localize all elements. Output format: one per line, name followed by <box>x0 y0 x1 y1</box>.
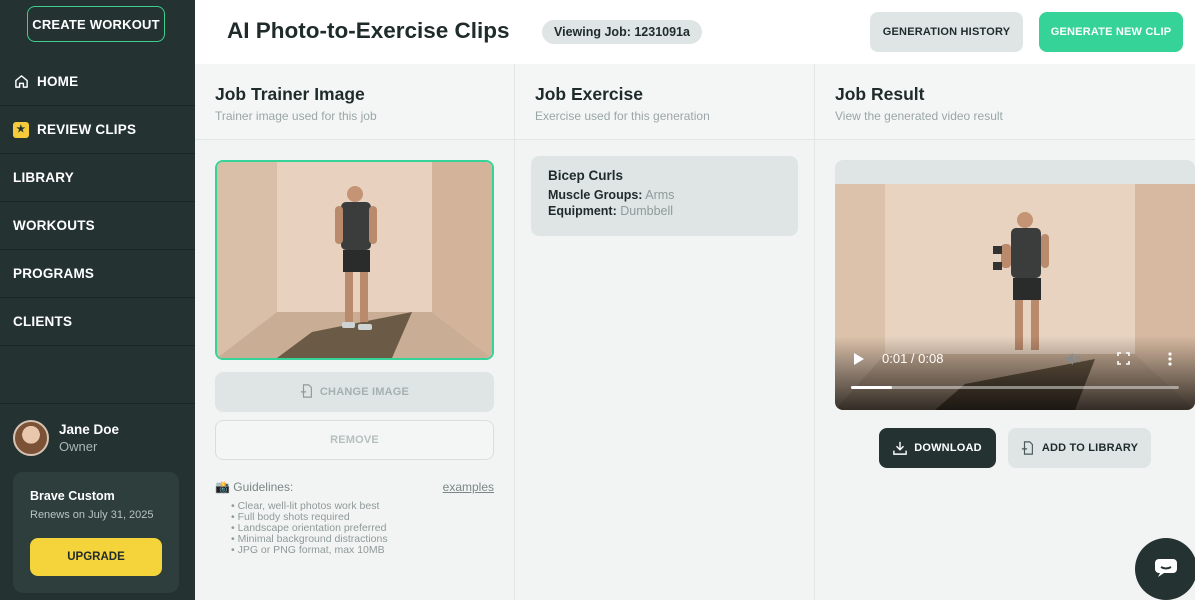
remove-image-button[interactable]: REMOVE <box>215 420 494 460</box>
result-panel: Job Result View the generated video resu… <box>815 64 1195 600</box>
list-item: • JPG or PNG format, max 10MB <box>231 544 385 556</box>
avatar <box>13 420 49 456</box>
video-progress-fill <box>851 386 892 389</box>
examples-link[interactable]: examples <box>443 480 494 494</box>
trainer-image <box>215 160 494 360</box>
equipment-label: Equipment: <box>548 204 617 218</box>
sidebar-item-label: PROGRAMS <box>13 266 95 281</box>
sidebar-item-programs[interactable]: PROGRAMS <box>0 250 195 298</box>
exercise-card: Bicep Curls Muscle Groups: Arms Equipmen… <box>531 156 798 236</box>
sidebar-item-workouts[interactable]: WORKOUTS <box>0 202 195 250</box>
video-time: 0:01 / 0:08 <box>882 351 944 366</box>
create-workout-button[interactable]: CREATE WORKOUT <box>27 6 165 42</box>
panel-title: Job Trainer Image <box>215 84 365 104</box>
sidebar-item-home[interactable]: HOME <box>0 58 195 106</box>
generate-new-clip-button[interactable]: GENERATE NEW CLIP <box>1039 12 1183 52</box>
equipment-value: Dumbbell <box>620 204 674 218</box>
equipment: Equipment: Dumbbell <box>548 204 781 218</box>
fullscreen-icon[interactable] <box>1117 352 1130 370</box>
chat-icon <box>1154 557 1178 582</box>
video-player[interactable]: 0:01 / 0:08 <box>835 160 1195 410</box>
sidebar-item-review-clips[interactable]: ★ REVIEW CLIPS <box>0 106 195 154</box>
muscle-groups-value: Arms <box>645 188 675 202</box>
plan-card: Brave Custom Renews on July 31, 2025 UPG… <box>13 472 179 593</box>
sidebar-item-clients[interactable]: CLIENTS <box>0 298 195 346</box>
video-progress-bar[interactable] <box>851 386 1179 389</box>
sidebar-item-label: LIBRARY <box>13 170 74 185</box>
file-plus-icon <box>300 383 314 401</box>
download-button[interactable]: DOWNLOAD <box>879 428 996 468</box>
home-icon <box>13 74 29 90</box>
sidebar-item-label: WORKOUTS <box>13 218 95 233</box>
sidebar-divider <box>0 403 195 404</box>
sidebar-item-library[interactable]: LIBRARY <box>0 154 195 202</box>
download-label: DOWNLOAD <box>914 442 982 454</box>
panel-subtitle: Trainer image used for this job <box>215 109 377 123</box>
video-controls: 0:01 / 0:08 <box>835 336 1195 410</box>
star-icon: ★ <box>13 121 29 138</box>
sidebar-nav: HOME ★ REVIEW CLIPS LIBRARY WORKOUTS PRO… <box>0 58 195 346</box>
exercise-name: Bicep Curls <box>548 168 624 183</box>
generation-history-button[interactable]: GENERATION HISTORY <box>870 12 1023 52</box>
sidebar-item-label: REVIEW CLIPS <box>37 122 137 137</box>
muscle-groups: Muscle Groups: Arms <box>548 188 781 202</box>
user-profile[interactable]: Jane Doe Owner <box>13 420 119 456</box>
panel-title: Job Result <box>835 84 925 104</box>
job-badge: Viewing Job: 1231091a <box>542 20 702 44</box>
panel-subtitle: Exercise used for this generation <box>535 109 710 123</box>
download-icon <box>893 441 908 455</box>
exercise-panel: Job Exercise Exercise used for this gene… <box>515 64 815 600</box>
panel-title: Job Exercise <box>535 84 643 104</box>
user-role: Owner <box>59 439 98 454</box>
header: AI Photo-to-Exercise Clips Viewing Job: … <box>195 0 1195 64</box>
change-image-label: CHANGE IMAGE <box>319 386 410 398</box>
upgrade-button[interactable]: UPGRADE <box>30 538 162 576</box>
more-options-icon[interactable] <box>1168 352 1172 371</box>
play-icon[interactable] <box>853 352 865 371</box>
user-name: Jane Doe <box>59 422 120 437</box>
sidebar: CREATE WORKOUT HOME ★ REVIEW CLIPS LIBRA… <box>0 0 195 600</box>
plan-name: Brave Custom <box>30 489 115 503</box>
sidebar-item-label: HOME <box>37 74 79 89</box>
plan-renewal: Renews on July 31, 2025 <box>30 509 154 521</box>
muscle-groups-label: Muscle Groups: <box>548 188 643 202</box>
file-plus-icon <box>1021 441 1035 455</box>
add-to-library-label: ADD TO LIBRARY <box>1041 442 1139 454</box>
panel-subtitle: View the generated video result <box>835 109 1003 123</box>
sidebar-item-label: CLIENTS <box>13 314 73 329</box>
page-title: AI Photo-to-Exercise Clips <box>227 18 510 43</box>
volume-muted-icon[interactable] <box>1065 352 1081 371</box>
change-image-button[interactable]: CHANGE IMAGE <box>215 372 494 412</box>
add-to-library-button[interactable]: ADD TO LIBRARY <box>1008 428 1151 468</box>
guidelines-heading: 📸 Guidelines: <box>215 480 294 494</box>
trainer-image-panel: Job Trainer Image Trainer image used for… <box>195 64 515 600</box>
guidelines: 📸 Guidelines: examples • Clear, well-lit… <box>215 480 494 556</box>
chat-widget-button[interactable] <box>1135 538 1195 600</box>
guidelines-list: • Clear, well-lit photos work best • Ful… <box>215 501 494 556</box>
